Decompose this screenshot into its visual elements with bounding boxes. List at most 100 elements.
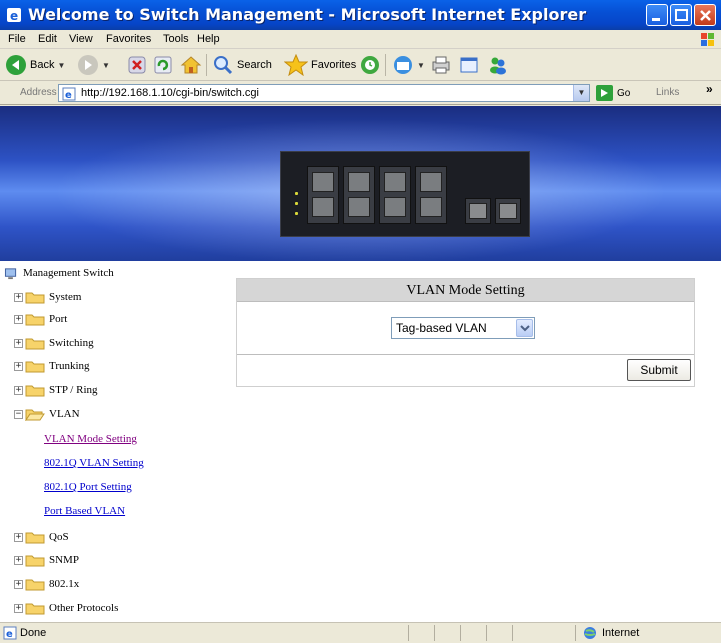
stop-icon [128, 56, 146, 74]
vlan-mode-select[interactable]: Tag-based VLAN [391, 317, 535, 339]
internet-globe-icon [584, 627, 596, 639]
edit-page-icon [460, 57, 478, 73]
sidebar-item-label: STP / Ring [49, 384, 98, 396]
chevron-down-icon[interactable] [516, 319, 533, 337]
menu-tools[interactable]: Tools [163, 33, 189, 45]
maximize-icon [675, 9, 688, 21]
favorites-button[interactable]: Favorites [284, 52, 356, 78]
refresh-button[interactable] [153, 52, 173, 78]
menu-help[interactable]: Help [197, 33, 220, 45]
toolbar: Back ▼ ▼ Search Favorites ▼ [0, 49, 721, 81]
folder-icon [25, 338, 45, 349]
toolbar-separator [385, 54, 386, 76]
sidebar-item-vlan[interactable]: − VLAN [14, 404, 80, 424]
home-button[interactable] [180, 52, 202, 78]
sidebar-link-label[interactable]: 802.1Q VLAN Setting [44, 457, 144, 469]
expand-plus-icon[interactable]: + [14, 361, 23, 371]
sidebar-item-system[interactable]: + System [14, 287, 81, 307]
chevron-down-icon[interactable]: ▼ [102, 61, 110, 70]
page-content: Management Switch + System + Port + Swit… [0, 106, 721, 622]
ie-app-icon: e [7, 8, 21, 23]
computer-icon [4, 267, 17, 279]
submit-button[interactable]: Submit [627, 359, 691, 381]
favorites-star-icon [284, 54, 308, 76]
messenger-button[interactable] [487, 52, 509, 78]
sidebar-item-8021q-vlan-setting[interactable]: 802.1Q VLAN Setting [44, 453, 144, 473]
sidebar-item-snmp[interactable]: + SNMP [14, 550, 79, 570]
menu-edit[interactable]: Edit [38, 33, 57, 45]
vlan-mode-form: VLAN Mode Setting Tag-based VLAN Submit [236, 278, 695, 387]
history-button[interactable] [359, 52, 381, 78]
sidebar-item-8021x[interactable]: + 802.1x [14, 574, 79, 594]
windows-flag-icon [701, 33, 714, 46]
expand-plus-icon[interactable]: + [14, 579, 23, 589]
address-bar: Address e http://192.168.1.10/cgi-bin/sw… [0, 81, 721, 105]
toolbar-separator [206, 54, 207, 76]
expand-plus-icon[interactable]: + [14, 532, 23, 542]
sidebar-item-other-protocols[interactable]: + Other Protocols [14, 598, 118, 618]
collapse-minus-icon[interactable]: − [14, 409, 23, 419]
sidebar-item-switching[interactable]: + Switching [14, 333, 94, 353]
address-url[interactable]: http://192.168.1.10/cgi-bin/switch.cgi [81, 87, 259, 99]
status-divider [434, 625, 435, 641]
status-divider [486, 625, 487, 641]
menu-favorites[interactable]: Favorites [106, 33, 151, 45]
forward-button[interactable]: ▼ [77, 52, 110, 78]
rj45-port-pair [415, 166, 447, 224]
expand-plus-icon[interactable]: + [14, 292, 23, 302]
menu-view[interactable]: View [69, 33, 93, 45]
sidebar-item-port-based-vlan[interactable]: Port Based VLAN [44, 501, 125, 521]
tree-root[interactable]: Management Switch [3, 263, 114, 283]
svg-text:e: e [65, 90, 72, 101]
expand-plus-icon[interactable]: + [14, 555, 23, 565]
stop-button[interactable] [127, 52, 147, 78]
sfp-port [465, 198, 491, 224]
sidebar-item-port[interactable]: + Port [14, 309, 67, 329]
status-divider [575, 625, 576, 641]
back-arrow-icon [6, 55, 26, 75]
refresh-icon [154, 56, 172, 74]
links-button[interactable]: Links [656, 87, 679, 98]
search-button[interactable]: Search [212, 52, 272, 78]
sidebar-item-label: Port [49, 313, 68, 325]
mail-button[interactable]: ▼ [392, 52, 425, 78]
menu-file[interactable]: File [8, 33, 26, 45]
expand-plus-icon[interactable]: + [14, 603, 23, 613]
dropdown-arrow-icon [520, 325, 530, 332]
status-divider [460, 625, 461, 641]
chevron-down-icon[interactable]: ▼ [417, 61, 425, 70]
chevron-down-icon[interactable]: ▼ [57, 61, 65, 70]
sidebar-item-stp-ring[interactable]: + STP / Ring [14, 380, 98, 400]
tree-root-label: Management Switch [23, 267, 114, 279]
sidebar-link-label[interactable]: Port Based VLAN [44, 505, 125, 517]
print-button[interactable] [430, 52, 452, 78]
expand-plus-icon[interactable]: + [14, 385, 23, 395]
sidebar-item-label: 802.1x [49, 578, 80, 590]
mail-icon [394, 56, 412, 74]
sidebar-item-vlan-mode-setting[interactable]: VLAN Mode Setting [44, 429, 137, 449]
back-button[interactable]: Back ▼ [5, 52, 65, 78]
sidebar-item-8021q-port-setting[interactable]: 802.1Q Port Setting [44, 477, 132, 497]
expand-plus-icon[interactable]: + [14, 338, 23, 348]
sidebar-item-qos[interactable]: + QoS [14, 527, 69, 547]
sidebar-item-trunking[interactable]: + Trunking [14, 356, 90, 376]
status-divider [408, 625, 409, 641]
status-divider [512, 625, 513, 641]
close-button[interactable] [694, 4, 716, 26]
edit-button[interactable] [458, 52, 480, 78]
toolbar-overflow-chevron[interactable]: » [706, 82, 713, 96]
title-bar[interactable]: e Welcome to Switch Management - Microso… [0, 0, 721, 30]
address-input[interactable]: e http://192.168.1.10/cgi-bin/switch.cgi… [58, 84, 590, 102]
minimize-button[interactable] [646, 4, 668, 26]
zone-label: Internet [602, 627, 640, 639]
address-dropdown-icon[interactable]: ▼ [573, 85, 589, 101]
sidebar-item-label: QoS [49, 531, 69, 543]
form-footer: Submit [237, 356, 694, 387]
maximize-button[interactable] [670, 4, 692, 26]
sidebar-link-label[interactable]: 802.1Q Port Setting [44, 481, 132, 493]
expand-plus-icon[interactable]: + [14, 314, 23, 324]
folder-icon [25, 555, 45, 566]
sidebar-tree: Management Switch + System + Port + Swit… [0, 261, 232, 622]
sidebar-link-label[interactable]: VLAN Mode Setting [44, 433, 137, 445]
go-button[interactable]: Go [596, 85, 630, 101]
